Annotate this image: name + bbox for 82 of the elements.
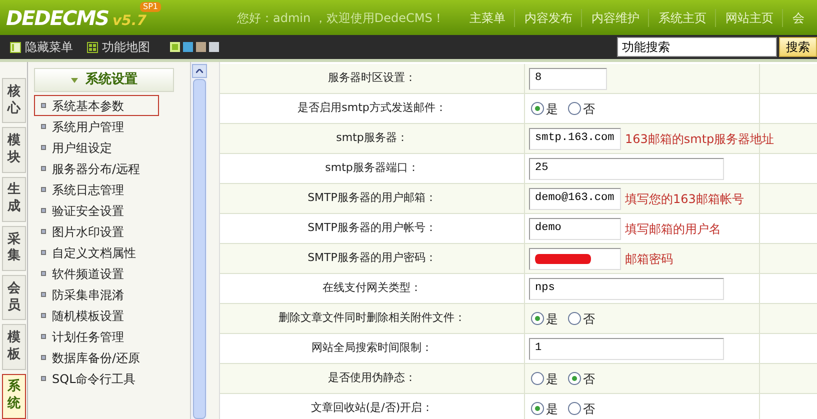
caret-up-icon	[196, 69, 202, 73]
hide-menu-link[interactable]: 隐藏菜单	[25, 38, 73, 56]
menu-item[interactable]: 计划任务管理	[34, 326, 159, 347]
side-tab[interactable]: 会员	[2, 275, 26, 320]
scrollbar[interactable]	[190, 62, 207, 419]
setting-label: SMTP服务器的用户帐号：	[308, 220, 436, 236]
radio-label: 否	[583, 100, 595, 118]
menu-header[interactable]: 系统设置	[34, 68, 174, 92]
input-field[interactable]: nps	[529, 278, 724, 300]
theme-swatch[interactable]	[209, 42, 219, 52]
radio-button[interactable]	[531, 102, 544, 115]
radio-button[interactable]	[531, 372, 544, 385]
setting-label: 服务器时区设置：	[328, 70, 416, 86]
setting-label: 文章回收站(是/否)开启：	[310, 400, 434, 416]
setting-label: 是否启用smtp方式发送邮件：	[298, 100, 446, 116]
scroll-up-button[interactable]	[192, 64, 206, 78]
menu-item[interactable]: 服务器分布/远程	[34, 158, 159, 179]
menu-item[interactable]: 系统日志管理	[34, 179, 159, 200]
search-field[interactable]: 功能搜索	[617, 37, 777, 57]
setting-label: smtp服务器端口：	[325, 160, 419, 176]
radio-button[interactable]	[531, 402, 544, 415]
radio-button[interactable]	[568, 312, 581, 325]
setting-label: 删除文章文件同时删除相关附件文件：	[278, 310, 466, 326]
caret-icon	[70, 78, 78, 82]
radio-label: 是	[546, 100, 558, 118]
radio-button[interactable]	[568, 372, 581, 385]
menu-item[interactable]: 自定义文档属性	[34, 242, 159, 263]
setting-label: 网站全局搜索时间限制：	[312, 340, 432, 356]
menu-item[interactable]: 验证安全设置	[34, 200, 159, 221]
side-tab[interactable]: 模板	[2, 324, 26, 370]
menu-item[interactable]: 防采集串混淆	[34, 284, 159, 305]
menu-item[interactable]: 图片水印设置	[34, 221, 159, 242]
side-tab[interactable]: 生成	[2, 176, 26, 222]
input-field[interactable]: 1	[529, 338, 724, 360]
radio-label: 否	[583, 400, 595, 418]
side-tab[interactable]: 采集	[2, 226, 26, 272]
annotation-text: 163邮箱的smtp服务器地址	[625, 130, 774, 148]
menu-item[interactable]: 随机模板设置	[34, 305, 159, 326]
search-button[interactable]: 搜索	[779, 37, 817, 57]
setting-label: SMTP服务器的用户邮箱：	[308, 190, 436, 206]
theme-swatch[interactable]	[183, 42, 193, 52]
panel-icon	[10, 42, 21, 52]
logo-text: DEDECMS	[6, 8, 109, 28]
setting-label: smtp服务器：	[336, 130, 408, 146]
radio-button[interactable]	[531, 312, 544, 325]
redaction-mark	[535, 252, 591, 264]
input-field[interactable]: demo@163.com	[529, 188, 621, 210]
radio-label: 是	[546, 400, 558, 418]
input-field[interactable]: demo	[529, 218, 621, 240]
annotation-text: 邮箱密码	[625, 250, 673, 268]
menu-item[interactable]: SQL命令行工具	[34, 368, 159, 389]
input-field[interactable]: 8	[529, 68, 607, 90]
setting-label: 是否使用伪静态：	[328, 370, 416, 386]
version-badge: SP1	[140, 2, 161, 12]
side-tab[interactable]: 系统	[2, 374, 26, 419]
function-map-link[interactable]: 功能地图	[102, 38, 150, 56]
menu-item[interactable]: 系统用户管理	[34, 116, 159, 137]
version-text: v5.7	[112, 14, 146, 28]
side-tab[interactable]: 模块	[2, 127, 26, 173]
radio-label: 是	[546, 370, 558, 388]
menu-title: 系统设置	[86, 70, 138, 90]
setting-label: 在线支付网关类型：	[322, 280, 422, 296]
greeting-text: 您好：admin ，欢迎使用DedeCMS！	[237, 10, 444, 26]
radio-label: 是	[546, 310, 558, 328]
menu-item[interactable]: 系统基本参数	[34, 95, 159, 116]
menu-item[interactable]: 数据库备份/还原	[34, 347, 159, 368]
input-field[interactable]: 25	[529, 158, 724, 180]
grid-icon	[87, 42, 98, 52]
annotation-text: 填写邮箱的用户名	[625, 220, 721, 238]
menu-item[interactable]: 软件频道设置	[34, 263, 159, 284]
radio-button[interactable]	[568, 402, 581, 415]
theme-swatch[interactable]	[196, 42, 206, 52]
annotation-text: 填写您的163邮箱帐号	[625, 190, 744, 208]
side-tab[interactable]: 核心	[2, 78, 26, 124]
radio-label: 否	[583, 310, 595, 328]
radio-label: 否	[583, 370, 595, 388]
menu-item[interactable]: 用户组设定	[34, 137, 159, 158]
setting-label: SMTP服务器的用户密码：	[308, 250, 436, 266]
radio-button[interactable]	[568, 102, 581, 115]
input-field[interactable]: smtp.163.com	[529, 128, 621, 150]
theme-swatch[interactable]	[170, 42, 180, 52]
input-field[interactable]	[529, 248, 621, 270]
